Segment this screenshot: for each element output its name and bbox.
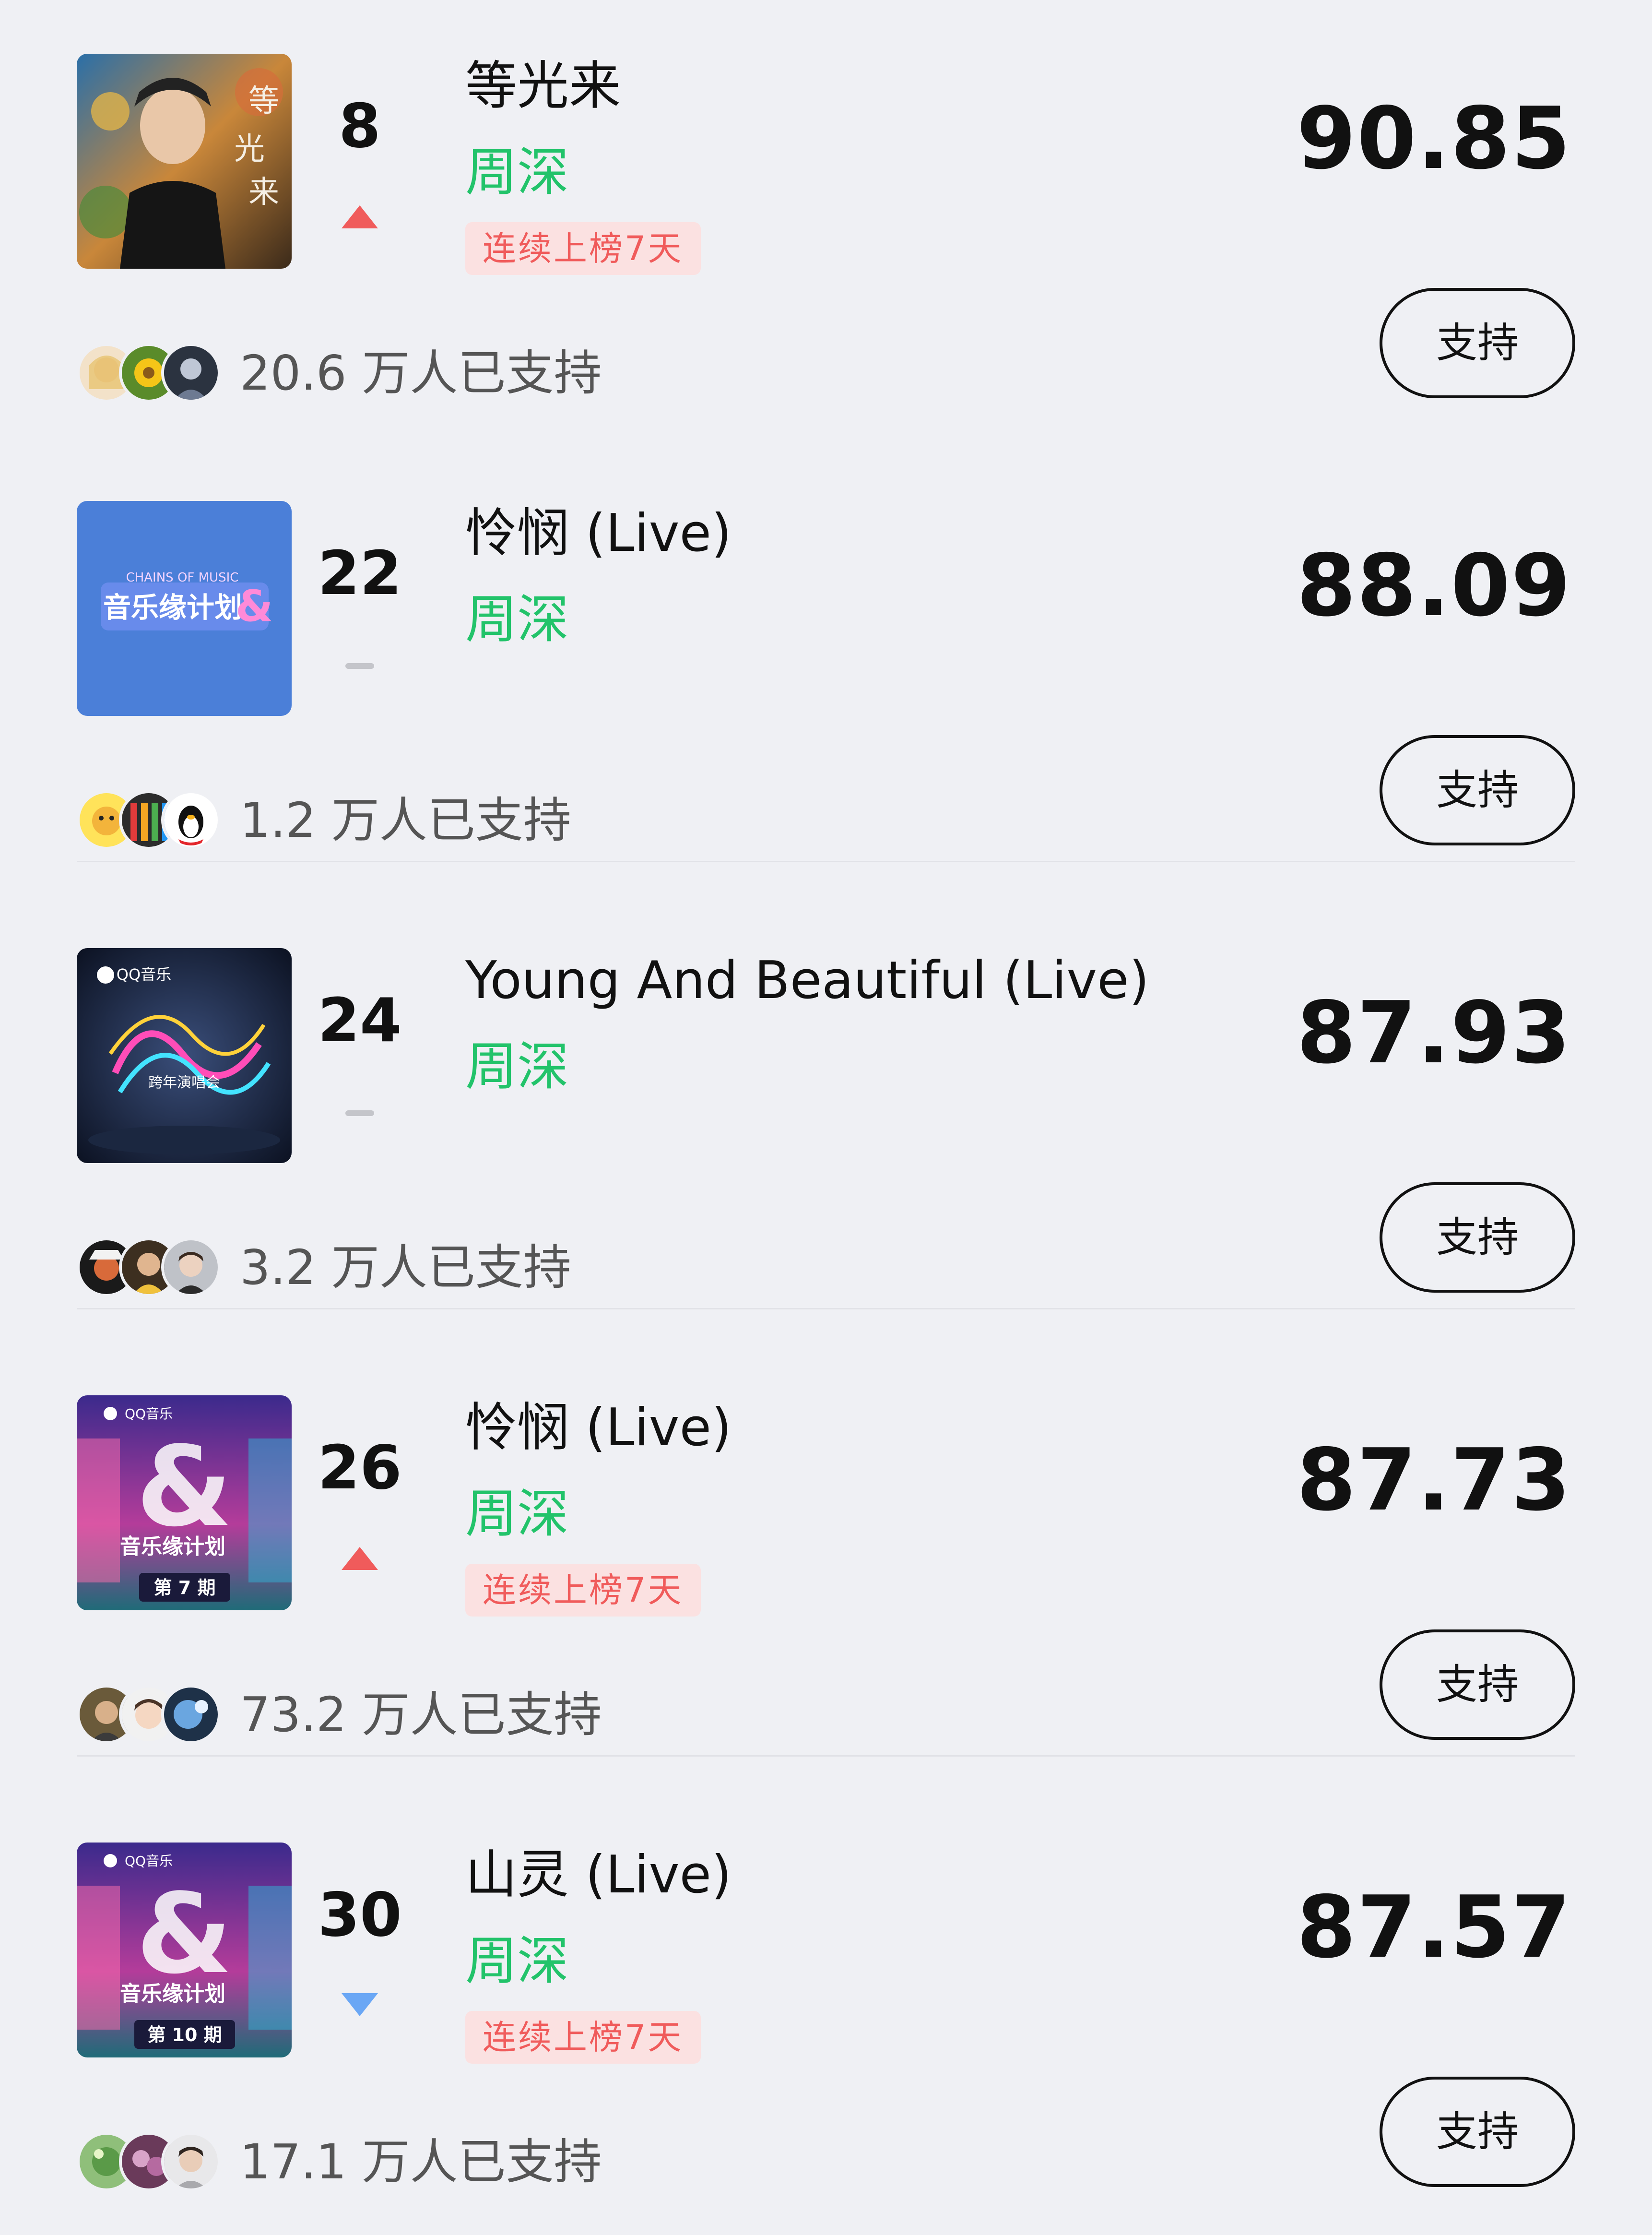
divider [77,1755,1575,1757]
supporter-count: 20.6 万人已支持 [240,345,602,401]
support-button[interactable]: 支持 [1380,1182,1575,1293]
album-cover[interactable]: & QQ音乐 音乐缘计划 第 7 期 [77,1395,292,1610]
list-item[interactable]: & QQ音乐 音乐缘计划 第 10 期 30 山灵 (Live) 周深 连续上榜… [0,1789,1652,2235]
chart-streak-badge: 连续上榜7天 [465,222,701,275]
artist-name[interactable]: 周深 [465,1483,569,1545]
svg-text:音乐缘计划: 音乐缘计划 [120,1982,225,2006]
svg-text:音乐缘计划: 音乐缘计划 [103,591,242,624]
supporter-avatars [77,790,221,853]
svg-text:第 10 期: 第 10 期 [147,2024,222,2045]
divider [77,861,1575,862]
score-value: 90.85 [1296,89,1571,188]
chart-streak-badge: 连续上榜7天 [465,2011,701,2064]
rank-number: 26 [318,1432,402,1503]
artist-name[interactable]: 周深 [465,589,569,651]
svg-text:QQ音乐: QQ音乐 [117,965,171,984]
svg-text:&: & [236,581,273,631]
avatar [161,2132,221,2191]
trend-up-icon [341,1543,379,1572]
artist-name[interactable]: 周深 [465,1036,569,1098]
support-button[interactable]: 支持 [1380,735,1575,845]
svg-text:等: 等 [248,83,279,119]
supporter-avatars [77,1685,221,1747]
svg-text:跨年演唱会: 跨年演唱会 [148,1074,220,1091]
avatar [161,1685,221,1744]
list-item[interactable]: 等 光 来 8 等光来 周深 连续上榜7天 90.85 支持 20.6 万人已支… [0,0,1652,446]
support-button[interactable]: 支持 [1380,1629,1575,1740]
song-title[interactable]: Young And Beautiful (Live) [465,950,1149,1012]
song-title[interactable]: 等光来 [465,55,621,118]
svg-text:&: & [136,1423,233,1551]
trend-unchanged-icon [341,649,379,678]
svg-text:光: 光 [234,131,265,167]
supporter-count: 3.2 万人已支持 [240,1239,571,1296]
artist-name[interactable]: 周深 [465,1930,569,1993]
supporter-count: 17.1 万人已支持 [240,2134,602,2190]
rank-number: 30 [318,1879,402,1950]
album-cover[interactable]: 音乐缘计划 & CHAINS OF MUSIC [77,501,292,716]
support-button[interactable]: 支持 [1380,2077,1575,2187]
trend-up-icon [341,202,379,230]
artist-name[interactable]: 周深 [465,142,569,204]
svg-text:&: & [136,1870,233,1998]
album-cover[interactable]: QQ音乐 跨年演唱会 [77,948,292,1163]
support-button[interactable]: 支持 [1380,288,1575,398]
list-item[interactable]: 音乐缘计划 & CHAINS OF MUSIC 22 怜悯 (Live) 周深 … [0,447,1652,893]
svg-text:第 7 期: 第 7 期 [154,1577,216,1598]
album-cover[interactable]: 等 光 来 [77,54,292,269]
list-item[interactable]: QQ音乐 跨年演唱会 24 Young And Beautiful (Live)… [0,894,1652,1341]
svg-text:音乐缘计划: 音乐缘计划 [120,1534,225,1559]
avatar [161,343,221,403]
rank-number: 8 [339,91,381,161]
song-title[interactable]: 山灵 (Live) [465,1844,732,1906]
rank-number: 24 [318,985,402,1056]
supporter-count: 1.2 万人已支持 [240,792,571,848]
score-value: 87.93 [1296,983,1571,1082]
rank-number: 22 [318,538,402,608]
song-title[interactable]: 怜悯 (Live) [465,1397,732,1459]
svg-text:QQ音乐: QQ音乐 [125,1853,173,1869]
avatar [161,1237,221,1297]
svg-text:QQ音乐: QQ音乐 [125,1406,173,1422]
svg-text:CHAINS OF MUSIC: CHAINS OF MUSIC [126,571,239,585]
trend-unchanged-icon [341,1096,379,1125]
chart-streak-badge: 连续上榜7天 [465,1564,701,1617]
list-item[interactable]: & QQ音乐 音乐缘计划 第 7 期 26 怜悯 (Live) 周深 连续上榜7… [0,1342,1652,1788]
supporter-avatars [77,1237,221,1300]
divider [77,1308,1575,1309]
song-title[interactable]: 怜悯 (Live) [465,502,732,565]
supporter-avatars [77,343,221,405]
score-value: 87.73 [1296,1430,1571,1530]
supporter-avatars [77,2132,221,2194]
score-value: 87.57 [1296,1878,1571,1977]
score-value: 88.09 [1296,536,1571,635]
supporter-count: 73.2 万人已支持 [240,1687,602,1743]
album-cover[interactable]: & QQ音乐 音乐缘计划 第 10 期 [77,1843,292,2057]
svg-text:来: 来 [248,175,279,210]
avatar [161,790,221,850]
trend-down-icon [341,1990,379,2019]
song-ranking-list: 等 光 来 8 等光来 周深 连续上榜7天 90.85 支持 20.6 万人已支… [0,0,1652,2198]
